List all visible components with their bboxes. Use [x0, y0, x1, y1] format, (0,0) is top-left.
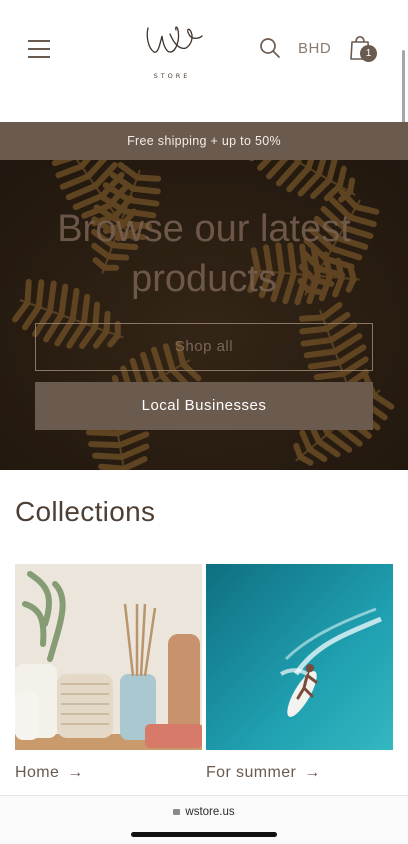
- hero-heading-line2: products: [131, 258, 277, 300]
- arrow-right-icon: →: [304, 764, 321, 781]
- collection-link-home[interactable]: Home →: [15, 764, 84, 782]
- hero-heading: Browse our latest products: [0, 204, 408, 304]
- home-indicator[interactable]: [131, 832, 277, 837]
- logo-text: STORE: [153, 72, 191, 80]
- collections-heading: Collections: [15, 496, 156, 527]
- browser-address-bar: wstore.us: [0, 795, 408, 844]
- collection-card-home[interactable]: [15, 564, 202, 750]
- site-header: STORE BHD 1: [0, 0, 408, 150]
- cart-count-badge: 1: [360, 45, 377, 62]
- shop-all-button[interactable]: Shop all: [35, 323, 373, 371]
- collection-link-summer[interactable]: For summer →: [206, 764, 321, 782]
- collection-card-summer[interactable]: [206, 564, 393, 750]
- announcement-bar: Free shipping + up to 50%: [0, 122, 408, 160]
- arrow-right-icon: →: [67, 764, 84, 781]
- store-logo[interactable]: STORE: [140, 14, 204, 84]
- url-text: wstore.us: [185, 806, 235, 818]
- local-businesses-button[interactable]: Local Businesses: [35, 382, 373, 430]
- collection-label-summer: For summer: [206, 764, 297, 781]
- hero-heading-line1: Browse our latest: [57, 208, 351, 250]
- hamburger-menu-icon[interactable]: [28, 38, 52, 60]
- summer-collection-image: [206, 564, 393, 750]
- lock-icon: [173, 809, 181, 815]
- collection-label-home: Home: [15, 764, 60, 781]
- currency-selector[interactable]: BHD: [298, 40, 331, 57]
- search-icon[interactable]: [258, 36, 282, 60]
- hero-banner: Browse our latest products Shop all Loca…: [0, 160, 408, 470]
- home-collection-image: [15, 564, 202, 750]
- url-display[interactable]: wstore.us: [0, 806, 408, 818]
